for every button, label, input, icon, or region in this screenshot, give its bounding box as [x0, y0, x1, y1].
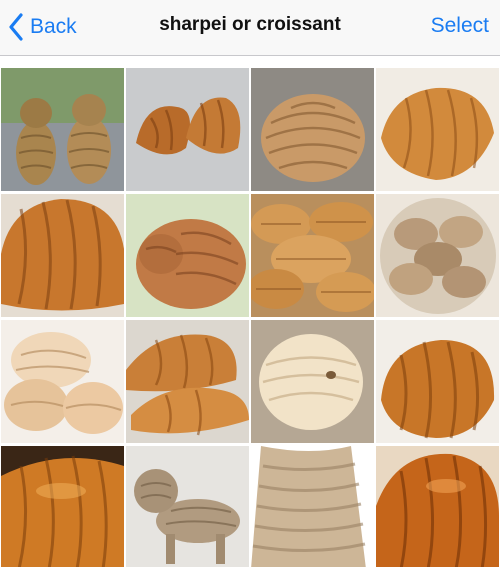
photo-thumbnail[interactable]	[376, 320, 499, 443]
photo-thumbnail[interactable]	[1, 320, 124, 443]
photo-thumbnail[interactable]	[126, 68, 249, 191]
navigation-bar: Back sharpei or croissant Select	[0, 0, 500, 56]
photo-thumbnail[interactable]	[126, 194, 249, 317]
photo-grid	[0, 66, 500, 567]
photo-thumbnail[interactable]	[251, 194, 374, 317]
photo-thumbnail[interactable]	[251, 68, 374, 191]
album-title: sharpei or croissant	[159, 14, 341, 35]
photo-thumbnail[interactable]	[376, 194, 499, 317]
photo-thumbnail[interactable]	[126, 446, 249, 567]
photo-thumbnail[interactable]	[251, 446, 374, 567]
select-button[interactable]: Select	[431, 14, 489, 38]
photo-thumbnail[interactable]	[1, 194, 124, 317]
photo-thumbnail[interactable]	[251, 320, 374, 443]
photo-thumbnail[interactable]	[376, 68, 499, 191]
photo-thumbnail[interactable]	[126, 320, 249, 443]
photo-thumbnail[interactable]	[1, 68, 124, 191]
photo-thumbnail[interactable]	[1, 446, 124, 567]
photo-thumbnail[interactable]	[376, 446, 499, 567]
